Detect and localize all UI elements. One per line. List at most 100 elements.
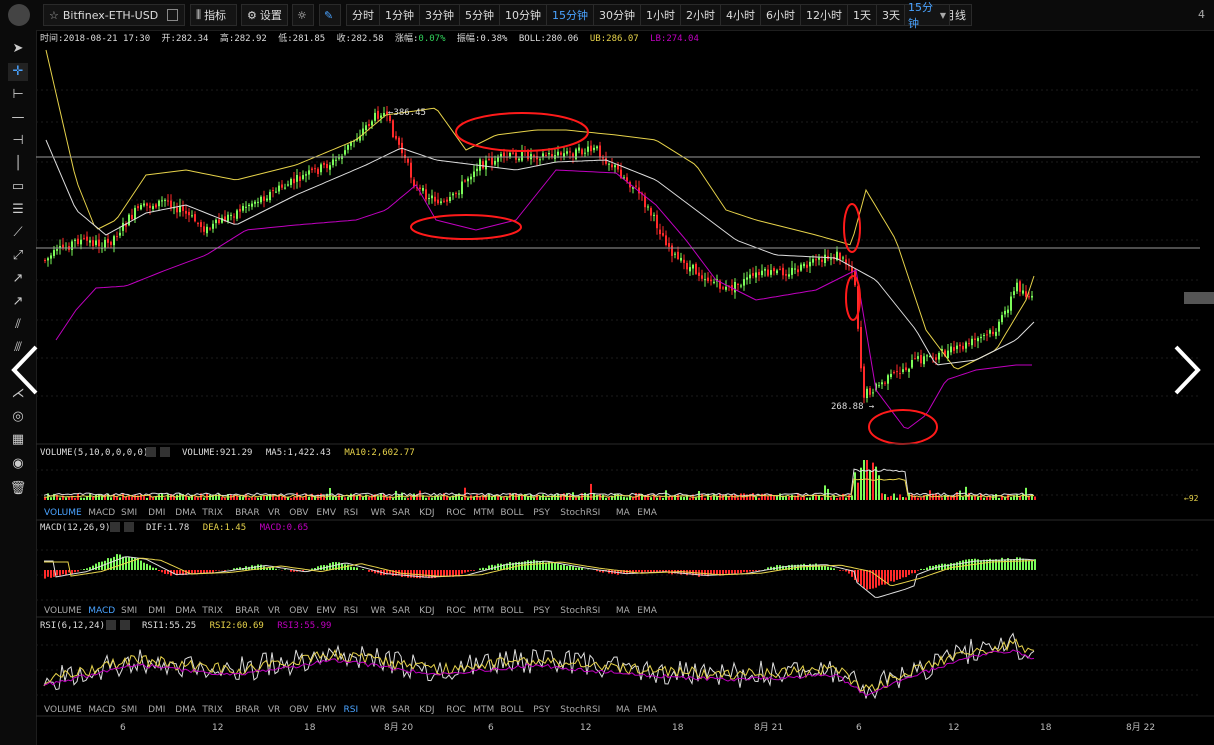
timeframe-11[interactable]: 12小时 [801,4,848,26]
macd-settings-icon[interactable] [110,522,120,532]
indicator-tab-roc[interactable]: ROC [446,705,466,715]
indicator-tab-wr[interactable]: WR [371,705,386,715]
next-arrow-icon[interactable] [1172,345,1202,395]
parallel-channel-icon[interactable]: ⫽ [8,316,28,334]
timeframe-2[interactable]: 3分钟 [420,4,460,26]
vertical-line-icon[interactable]: │ [8,155,28,173]
indicator-tab-wr[interactable]: WR [371,508,386,518]
chart-area[interactable]: ←386.45 268.88 → 时间:2018-08-21 17:30 开:2… [36,30,1214,745]
indicator-tab-emv[interactable]: EMV [316,606,336,616]
extended-line-icon[interactable]: ⤢ [8,247,28,265]
indicator-tab-boll[interactable]: BOLL [500,508,523,518]
draw-toggle-button[interactable]: ✎ [319,4,341,26]
indicator-tab-rsi[interactable]: RSI [344,606,359,616]
indicator-tab-volume[interactable]: VOLUME [44,705,82,715]
eye-icon[interactable]: ◉ [8,455,28,473]
rsi-close-icon[interactable] [120,620,130,630]
indicator-tab-roc[interactable]: ROC [446,606,466,616]
indicator-tab-ma[interactable]: MA [616,705,631,715]
ray-line-icon[interactable]: ⊣ [8,132,28,150]
indicator-tab-kdj[interactable]: KDJ [419,705,435,715]
timeframe-10[interactable]: 6小时 [761,4,801,26]
theme-toggle-button[interactable]: ☼ [292,4,314,26]
timeframe-7[interactable]: 1小时 [641,4,681,26]
indicator-tab-ma[interactable]: MA [616,508,631,518]
timeframe-4[interactable]: 10分钟 [500,4,547,26]
indicator-tab-dma[interactable]: DMA [175,508,197,518]
indicator-tab-rsi[interactable]: RSI [344,705,359,715]
measure-icon[interactable]: ▦ [8,431,28,449]
price-panel[interactable]: ←386.45 268.88 → [36,49,1214,445]
timeframe-9[interactable]: 4小时 [721,4,761,26]
volume-settings-icon[interactable] [146,447,156,457]
timeframe-6[interactable]: 30分钟 [594,4,641,26]
symbol-selector[interactable]: ☆ Bitfinex-ETH-USD [43,4,185,26]
indicator-tab-dmi[interactable]: DMI [148,508,165,518]
segment-line-icon[interactable]: ⊢ [8,86,28,104]
indicator-tab-dmi[interactable]: DMI [148,705,165,715]
indicator-tab-vr[interactable]: VR [268,508,280,518]
indicator-tab-boll[interactable]: BOLL [500,705,523,715]
timeframe-13[interactable]: 3天 [877,4,906,26]
indicator-tab-volume[interactable]: VOLUME [44,508,82,518]
crosshair-icon[interactable]: ✛ [8,63,28,81]
timeframe-5[interactable]: 15分钟 [547,4,594,26]
indicator-tab-macd[interactable]: MACD [88,508,115,518]
indicator-tab-obv[interactable]: OBV [289,705,309,715]
indicator-tab-brar[interactable]: BRAR [235,508,259,518]
indicator-tab-obv[interactable]: OBV [289,508,309,518]
cursor-arrow-icon[interactable]: ➤ [8,40,28,58]
indicator-tab-sar[interactable]: SAR [392,508,410,518]
indicator-tab-kdj[interactable]: KDJ [419,606,435,616]
indicator-tab-psy[interactable]: PSY [533,606,550,616]
indicator-tab-trix[interactable]: TRIX [201,705,223,715]
indicator-tab-macd[interactable]: MACD [88,606,115,616]
copy-icon[interactable] [167,9,178,21]
timeframe-3[interactable]: 5分钟 [460,4,500,26]
indicator-tab-ma[interactable]: MA [616,606,631,616]
indicator-tab-trix[interactable]: TRIX [201,508,223,518]
indicator-tab-stochrsi[interactable]: StochRSI [560,606,600,616]
indicator-tab-ema[interactable]: EMA [637,705,657,715]
volume-close-icon[interactable] [160,447,170,457]
timeframe-12[interactable]: 1天 [848,4,877,26]
timeframe-0[interactable]: 分时 [346,4,380,26]
indicator-button[interactable]: ⫼ 指标 [190,4,237,26]
indicator-tab-brar[interactable]: BRAR [235,705,259,715]
macd-close-icon[interactable] [124,522,134,532]
parallel-lines-icon[interactable]: ☰ [8,201,28,219]
timeframe-dropdown[interactable]: 15分钟 ▼ [904,1,950,30]
indicator-tab-mtm[interactable]: MTM [473,508,494,518]
indicator-tab-dma[interactable]: DMA [175,606,197,616]
arrow-line-icon[interactable]: ↗ [8,293,28,311]
timeframe-8[interactable]: 2小时 [681,4,721,26]
indicator-tab-emv[interactable]: EMV [316,705,336,715]
indicator-tab-ema[interactable]: EMA [637,606,657,616]
indicator-tab-ema[interactable]: EMA [637,508,657,518]
indicator-tab-volume[interactable]: VOLUME [44,606,82,616]
trend-line-icon[interactable]: ⟋ [8,224,28,242]
indicator-tab-roc[interactable]: ROC [446,508,466,518]
indicator-tab-stochrsi[interactable]: StochRSI [560,508,600,518]
indicator-tab-smi[interactable]: SMI [121,606,137,616]
indicator-tab-sar[interactable]: SAR [392,705,410,715]
horizontal-line-icon[interactable]: — [8,109,28,127]
indicator-tab-brar[interactable]: BRAR [235,606,259,616]
indicator-tab-stochrsi[interactable]: StochRSI [560,705,600,715]
indicator-tab-psy[interactable]: PSY [533,508,550,518]
indicator-tab-mtm[interactable]: MTM [473,606,494,616]
indicator-tab-boll[interactable]: BOLL [500,606,523,616]
spiral-icon[interactable]: ◎ [8,408,28,426]
timeframe-1[interactable]: 1分钟 [380,4,420,26]
indicator-tab-vr[interactable]: VR [268,705,280,715]
indicator-tab-emv[interactable]: EMV [316,508,336,518]
annotation-ellipse-bottom[interactable] [868,409,938,445]
price-line-icon[interactable]: ▭ [8,178,28,196]
trash-icon[interactable]: 🗑 [8,480,28,498]
indicator-tab-macd[interactable]: MACD [88,705,115,715]
indicator-tab-dmi[interactable]: DMI [148,606,165,616]
indicator-tab-trix[interactable]: TRIX [201,606,223,616]
prev-arrow-icon[interactable] [10,345,40,395]
indicator-tab-rsi[interactable]: RSI [344,508,359,518]
rsi-settings-icon[interactable] [106,620,116,630]
